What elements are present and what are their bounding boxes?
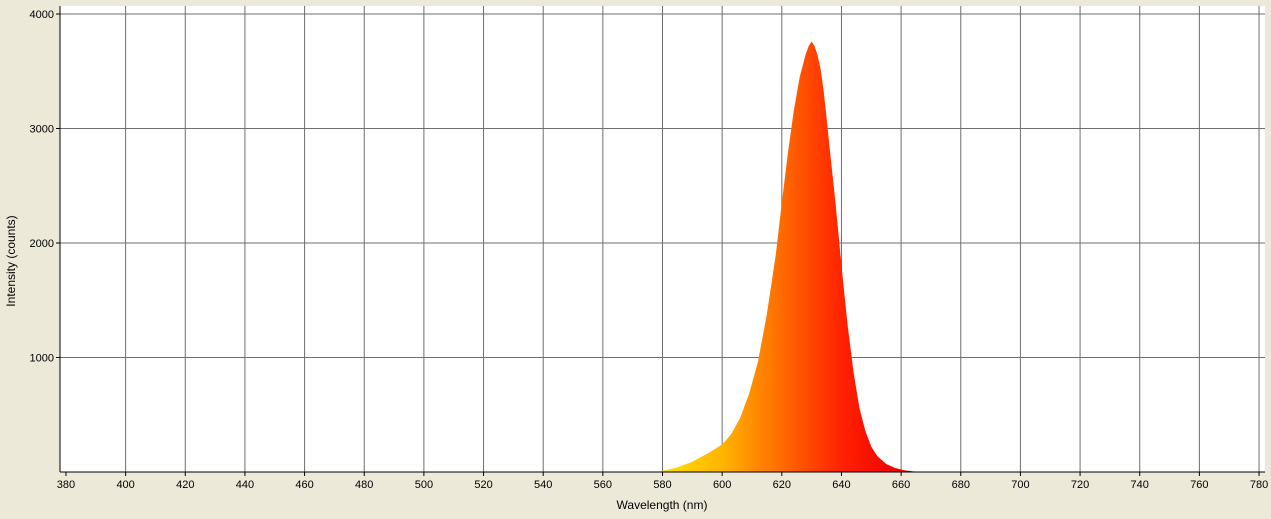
x-tick-label: 720 — [1071, 479, 1089, 491]
x-tick-label: 620 — [773, 479, 791, 491]
x-tick-label: 420 — [176, 479, 194, 491]
x-tick-label: 440 — [236, 479, 254, 491]
x-tick-label: 680 — [952, 479, 970, 491]
x-tick-label: 600 — [713, 479, 731, 491]
x-tick-label: 400 — [116, 479, 134, 491]
x-tick-label: 480 — [355, 479, 373, 491]
y-tick-label: 2000 — [30, 238, 54, 250]
x-tick-label: 580 — [653, 479, 671, 491]
y-axis-ticks: 1000 2000 3000 4000 — [30, 9, 60, 365]
spectrum-chart: 380 400 420 440 460 480 500 520 540 560 580 600 620 6… — [0, 0, 1271, 514]
y-tick-label: 4000 — [30, 9, 54, 21]
spectrum-chart-svg: 380 400 420 440 460 480 500 520 540 560 580 600 620 6… — [4, 6, 1268, 512]
x-tick-label: 380 — [57, 479, 75, 491]
x-tick-label: 540 — [534, 479, 552, 491]
y-tick-label: 3000 — [30, 124, 54, 136]
x-tick-label: 640 — [832, 479, 850, 491]
y-tick-label: 1000 — [30, 353, 54, 365]
x-tick-label: 460 — [295, 479, 313, 491]
x-tick-label: 740 — [1131, 479, 1149, 491]
x-axis-title: Wavelength (nm) — [617, 498, 708, 512]
x-tick-label: 660 — [892, 479, 910, 491]
y-axis-title: Intensity (counts) — [4, 215, 18, 306]
x-tick-label: 760 — [1190, 479, 1208, 491]
x-axis-ticks: 380 400 420 440 460 480 500 520 540 560 580 600 620 6… — [57, 472, 1268, 491]
x-tick-label: 560 — [594, 479, 612, 491]
x-tick-label: 780 — [1250, 479, 1268, 491]
x-tick-label: 700 — [1011, 479, 1029, 491]
x-tick-label: 520 — [474, 479, 492, 491]
x-tick-label: 500 — [415, 479, 433, 491]
